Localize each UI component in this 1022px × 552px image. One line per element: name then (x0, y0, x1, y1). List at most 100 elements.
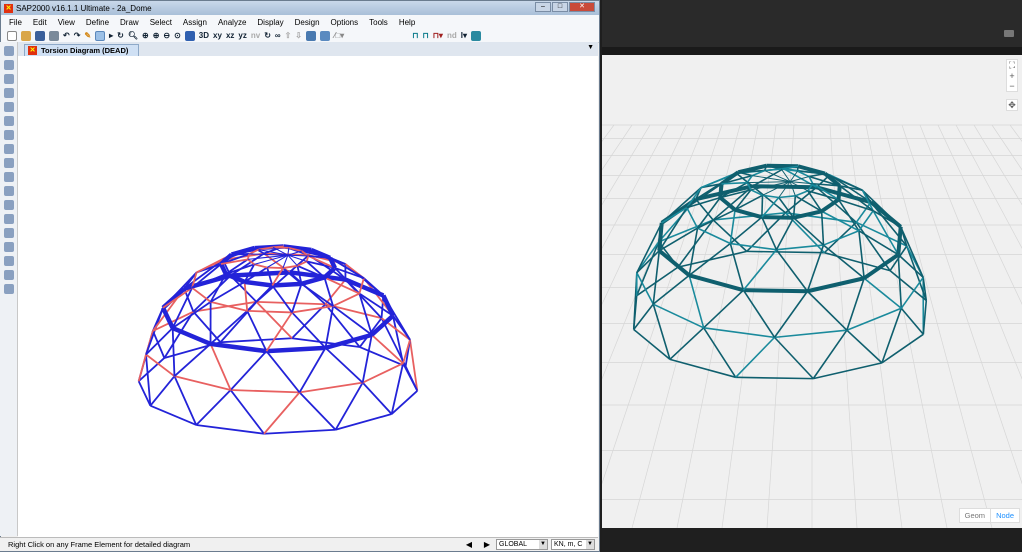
select-prev-icon[interactable] (4, 200, 14, 210)
minimize-button[interactable]: – (535, 2, 551, 12)
lock-icon[interactable] (95, 30, 106, 41)
snap2-icon[interactable] (4, 270, 14, 280)
section-icon[interactable]: I▾ (461, 31, 467, 40)
area-icon[interactable] (4, 144, 14, 154)
snap-icon[interactable] (4, 256, 14, 266)
camera-icon[interactable] (1004, 30, 1014, 37)
zoom-out-button[interactable]: − (1007, 81, 1017, 91)
diagonal-member (900, 307, 924, 335)
diagonal-member (291, 311, 327, 349)
clear-icon[interactable] (4, 214, 14, 224)
menu-select[interactable]: Select (150, 18, 172, 27)
menu-design[interactable]: Design (295, 18, 320, 27)
mode-geom-button[interactable]: Geom (960, 509, 990, 522)
display-icon[interactable] (470, 30, 481, 41)
frame2-icon[interactable]: ⊓ (422, 31, 428, 40)
up-arrow-icon[interactable]: ⇧ (285, 31, 292, 40)
pencil-icon[interactable]: ✎ (84, 31, 91, 40)
mode-node-button[interactable]: Node (990, 509, 1019, 522)
chart-icon[interactable] (320, 30, 330, 41)
diagonal-member (688, 275, 705, 329)
zoom-prev-icon[interactable]: ⊕ (142, 31, 149, 40)
menu-file[interactable]: File (9, 18, 22, 27)
joint-icon[interactable] (4, 74, 14, 84)
coord-system-select[interactable]: GLOBAL ▼ (496, 539, 548, 550)
intersect-icon[interactable] (4, 228, 14, 238)
zoom-in-button[interactable]: + (1007, 71, 1017, 81)
tab-bar: ✕ Torsion Diagram (DEAD) ▼ (18, 42, 598, 56)
brace-icon[interactable] (4, 116, 14, 126)
line2-icon[interactable] (4, 102, 14, 112)
snap3-icon[interactable] (4, 284, 14, 294)
run-icon[interactable]: ▸ (109, 31, 113, 40)
frame3-icon[interactable]: ⊓▾ (433, 31, 443, 40)
menu-analyze[interactable]: Analyze (218, 18, 246, 27)
select-all-icon[interactable] (4, 186, 14, 196)
ring-member (247, 309, 293, 314)
refresh-icon[interactable]: ↻ (117, 31, 124, 40)
menu-draw[interactable]: Draw (120, 18, 139, 27)
ring-member (267, 266, 283, 269)
diagonal-member (897, 254, 903, 309)
perspective-icon[interactable]: ∞ (275, 31, 281, 40)
prev-arrow-button[interactable]: ◀ (462, 540, 476, 550)
grid-line (541, 124, 705, 529)
ring-member (846, 307, 902, 331)
menu-help[interactable]: Help (399, 18, 415, 27)
diagonal-member (761, 195, 764, 218)
close-button[interactable]: ✕ (569, 2, 595, 12)
zoom-fit-icon[interactable]: ⊙ (174, 31, 181, 40)
view-nd-button[interactable]: nd (447, 31, 457, 40)
pointer-icon[interactable] (4, 46, 14, 56)
menu-define[interactable]: Define (86, 18, 109, 27)
menu-tools[interactable]: Tools (369, 18, 388, 27)
line-icon[interactable] (4, 88, 14, 98)
ring-member (735, 376, 814, 380)
diagonal-member (793, 217, 825, 246)
maximize-button[interactable]: □ (552, 2, 568, 12)
snap-icon[interactable]: ⁄□▾ (334, 31, 344, 40)
solid-icon[interactable] (4, 172, 14, 182)
select-icon[interactable] (4, 242, 14, 252)
zoom-out-icon[interactable]: ⊖ (163, 31, 170, 40)
down-arrow-icon[interactable]: ⇩ (295, 31, 302, 40)
open-file-icon[interactable] (21, 30, 31, 41)
next-arrow-button[interactable]: ▶ (480, 540, 494, 550)
menu-options[interactable]: Options (331, 18, 359, 27)
menu-display[interactable]: Display (257, 18, 283, 27)
zoom-in-icon[interactable]: ⊕ (153, 31, 160, 40)
3d-icon[interactable]: 3D (199, 31, 209, 40)
view-yz-button[interactable]: yz (238, 31, 246, 40)
brace2-icon[interactable] (4, 130, 14, 140)
save-icon[interactable] (35, 30, 45, 41)
zoom-window-icon[interactable]: 🔍︎ (128, 31, 138, 40)
tab-torsion-diagram[interactable]: ✕ Torsion Diagram (DEAD) (24, 44, 140, 56)
pan-icon[interactable]: ✥ (1006, 99, 1018, 111)
units-select[interactable]: KN, m, C ▼ (551, 539, 595, 550)
view-xz-button[interactable]: xz (226, 31, 234, 40)
view-nv-button[interactable]: nv (251, 31, 260, 40)
3d-viewport[interactable]: ⛶ + − ✥ Geom Node (271, 55, 1022, 552)
rotate-icon[interactable]: ↻ (264, 31, 271, 40)
new-file-icon[interactable] (7, 30, 17, 41)
diagonal-member (652, 303, 671, 360)
shell-icon[interactable] (4, 158, 14, 168)
diagonal-member (173, 343, 212, 377)
title-bar: ✕ SAP2000 v16.1.1 Ultimate - 2a_Dome – □… (1, 1, 599, 15)
display-options-icon[interactable] (306, 30, 316, 41)
frame-icon[interactable]: ⊓ (412, 31, 418, 40)
ring-member (881, 333, 924, 364)
menu-view[interactable]: View (58, 18, 75, 27)
undo-icon[interactable]: ↶ (63, 31, 70, 40)
3d-view-icon[interactable] (184, 30, 195, 41)
menu-assign[interactable]: Assign (183, 18, 207, 27)
model-view-canvas[interactable] (18, 56, 598, 537)
redo-icon[interactable]: ↷ (74, 31, 81, 40)
view-xy-button[interactable]: xy (213, 31, 222, 40)
fit-icon[interactable]: ⛶ (1007, 60, 1017, 71)
menu-edit[interactable]: Edit (33, 18, 47, 27)
print-icon[interactable] (49, 30, 59, 41)
tab-dropdown-icon[interactable]: ▼ (587, 44, 594, 51)
viewer-divider (602, 47, 1022, 55)
reshape-icon[interactable] (4, 60, 14, 70)
